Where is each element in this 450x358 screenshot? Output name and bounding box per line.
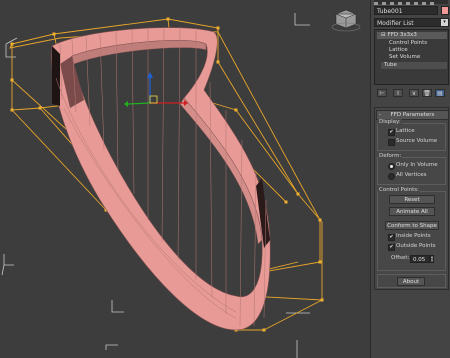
- about-button[interactable]: About: [397, 277, 425, 286]
- stack-item-control-points[interactable]: Control Points: [389, 40, 427, 47]
- offset-spinner-input[interactable]: 0.05: [410, 255, 430, 263]
- stack-item-tube[interactable]: Tube: [381, 62, 447, 69]
- ffd-parameters-rollout: - FFD Parameters Display: ✔ Lattice Sour…: [374, 107, 449, 290]
- command-panel-tabs[interactable]: [374, 0, 448, 5]
- spinner-arrows-icon[interactable]: ▴ ▾: [430, 255, 434, 263]
- offset-label: Offset:: [391, 255, 410, 261]
- stack-item-lattice[interactable]: Lattice: [389, 47, 408, 54]
- configure-modifier-sets-icon[interactable]: ▤: [435, 89, 445, 97]
- modifier-stack[interactable]: ⊟ FFD 3x3x3 Control Points Lattice Set Vo…: [374, 29, 449, 85]
- remove-modifier-icon[interactable]: 🗑: [422, 89, 432, 97]
- object-name-field[interactable]: Tube001: [374, 6, 438, 15]
- only-in-volume-radio[interactable]: [388, 163, 395, 170]
- deform-label: Deform:: [378, 153, 403, 159]
- inside-points-checkbox[interactable]: ✔: [388, 234, 395, 241]
- collapse-minus-icon[interactable]: -: [379, 111, 381, 119]
- reset-button[interactable]: Reset: [389, 195, 435, 204]
- outside-points-label: Outside Points: [396, 243, 436, 249]
- viewport-scene: [1, 9, 361, 358]
- all-vertices-radio[interactable]: [388, 173, 395, 180]
- command-panel: Tube001 Modifier List ▾ ⊟ FFD 3x3x3 Contr…: [370, 0, 450, 358]
- lattice-checkbox[interactable]: ✔: [388, 129, 395, 136]
- viewcube-icon: [331, 9, 361, 32]
- animate-all-button[interactable]: Animate All: [389, 207, 435, 216]
- outside-points-checkbox[interactable]: ✔: [388, 244, 395, 251]
- object-color-swatch[interactable]: [441, 6, 449, 15]
- rollout-title: FFD Parameters: [390, 112, 435, 118]
- source-volume-label: Source Volume: [396, 138, 438, 144]
- modifier-list-dropdown[interactable]: Modifier List ▾: [374, 18, 449, 27]
- source-volume-checkbox[interactable]: [388, 139, 395, 146]
- conform-to-shape-button[interactable]: Conform to Shape: [385, 221, 439, 230]
- chevron-down-icon[interactable]: ▾: [441, 19, 448, 26]
- lattice-label: Lattice: [396, 128, 415, 134]
- modifier-list-label: Modifier List: [377, 20, 414, 27]
- only-in-volume-label: Only In Volume: [396, 162, 438, 168]
- inside-points-label: Inside Points: [396, 233, 431, 239]
- pin-stack-icon[interactable]: ⊢: [377, 89, 387, 97]
- stack-item-ffd[interactable]: ⊟ FFD 3x3x3: [377, 32, 447, 39]
- make-unique-icon[interactable]: ∨: [409, 89, 419, 97]
- show-end-result-icon[interactable]: Ⅰ: [393, 89, 403, 97]
- display-label: Display:: [378, 119, 402, 125]
- control-points-label: Control Points:: [378, 187, 421, 193]
- all-vertices-label: All Vertices: [396, 172, 427, 178]
- stack-item-set-volume[interactable]: Set Volume: [389, 54, 420, 61]
- expand-minus-icon[interactable]: ⊟: [381, 32, 386, 38]
- tube-object: [51, 26, 271, 331]
- perspective-viewport[interactable]: [0, 0, 370, 358]
